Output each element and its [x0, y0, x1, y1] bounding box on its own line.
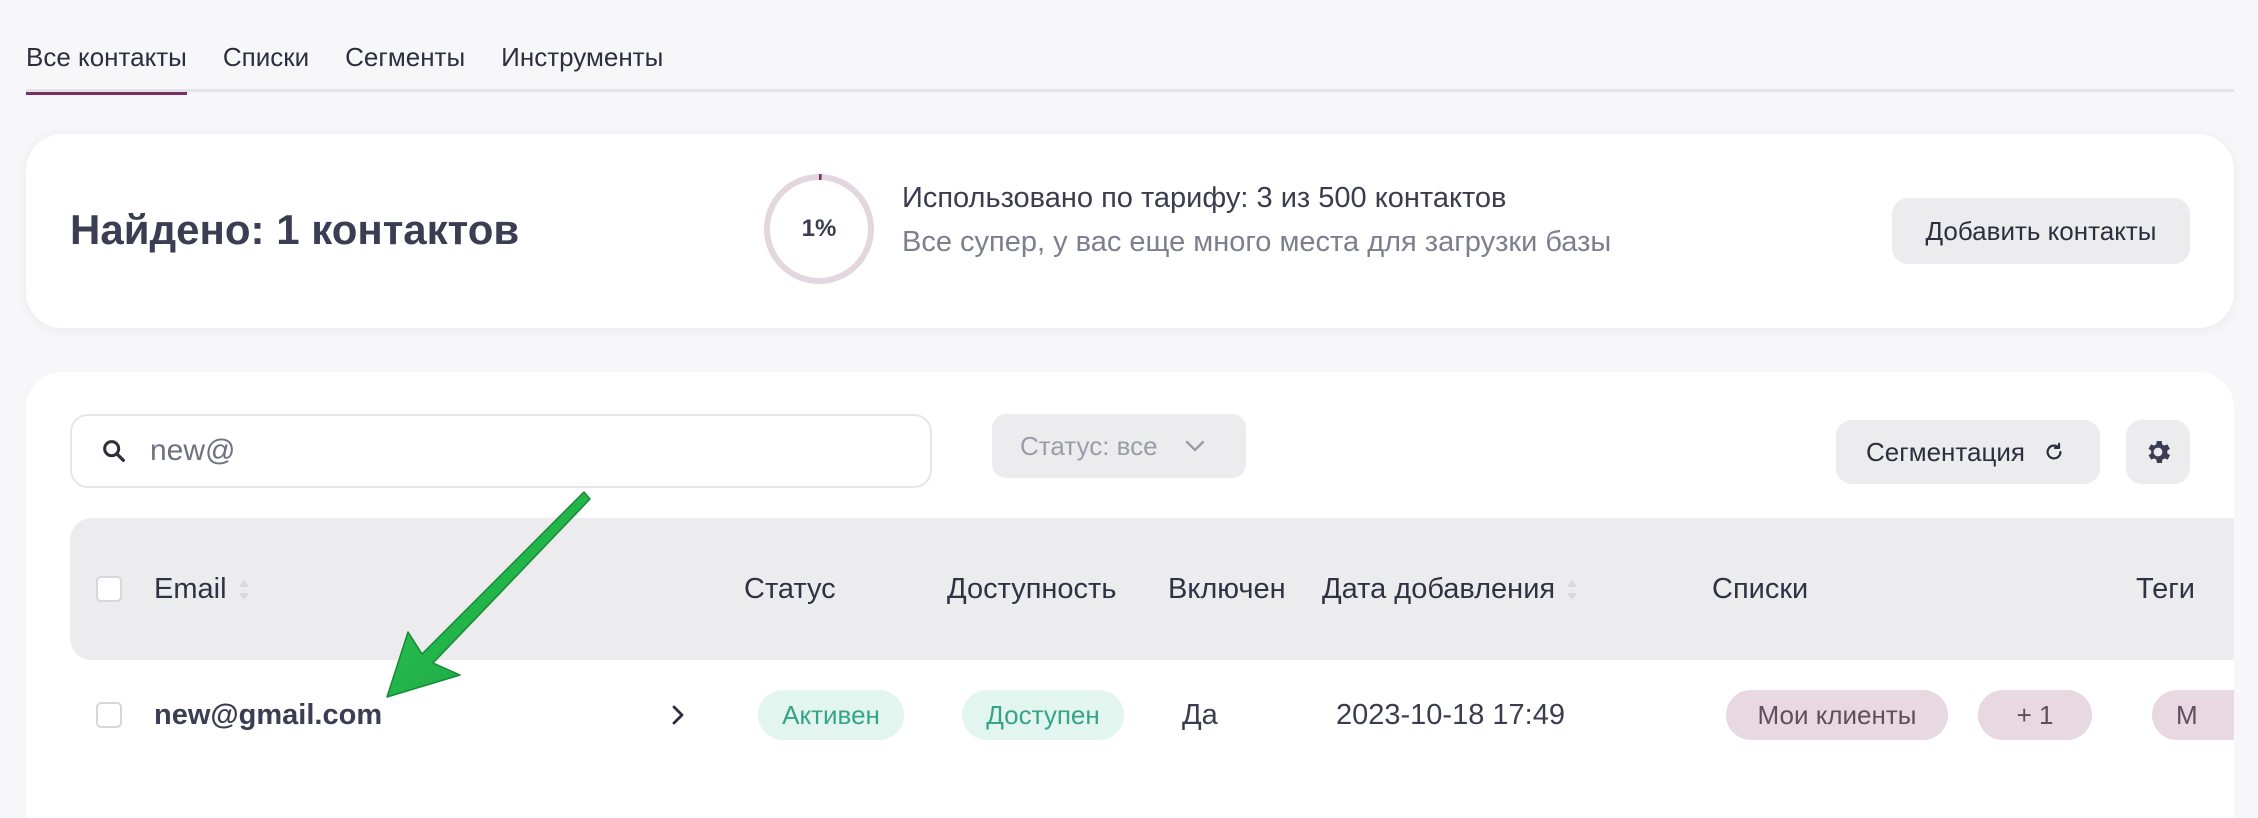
usage-title: Использовано по тарифу: 3 из 500 контакт…	[902, 182, 1507, 214]
column-date-added[interactable]: Дата добавления	[1322, 518, 1579, 660]
search-input[interactable]	[150, 434, 910, 468]
column-date-added-label: Дата добавления	[1322, 573, 1556, 605]
row-email[interactable]: new@gmail.com	[154, 660, 382, 770]
chevron-down-icon	[1185, 440, 1204, 452]
table-row[interactable]: new@gmail.com Активен Доступен Да 2023-1…	[70, 660, 2234, 770]
status-badge: Активен	[758, 690, 904, 740]
column-enabled: Включен	[1168, 573, 1286, 605]
table-header: Email Статус Доступность Включен Дата до…	[70, 518, 2234, 660]
gear-icon	[2148, 441, 2171, 463]
row-date-added: 2023-10-18 17:49	[1336, 699, 1565, 731]
status-filter-dropdown[interactable]: Статус: все	[992, 414, 1246, 478]
add-contacts-button[interactable]: Добавить контакты	[1892, 198, 2190, 264]
segmentation-label: Сегментация	[1866, 436, 2025, 467]
tag-badge[interactable]: М	[2152, 690, 2234, 740]
column-tags: Теги	[2136, 573, 2195, 605]
row-checkbox[interactable]	[96, 702, 122, 728]
summary-card: Найдено: 1 контактов 1% Использовано по …	[26, 134, 2234, 328]
search-box[interactable]	[70, 414, 932, 488]
list-badge[interactable]: Мои клиенты	[1726, 690, 1948, 740]
tab-bar: Все контакты Списки Сегменты Инструменты	[26, 30, 2234, 95]
column-email[interactable]: Email	[154, 518, 251, 660]
table-settings-button[interactable]	[2126, 420, 2190, 484]
row-enabled: Да	[1182, 699, 1218, 731]
chevron-right-icon[interactable]	[670, 702, 686, 728]
usage-subtitle: Все супер, у вас еще много места для заг…	[902, 226, 1612, 258]
tab-segments[interactable]: Сегменты	[345, 30, 465, 92]
column-lists: Списки	[1712, 573, 1809, 605]
tab-all-contacts[interactable]: Все контакты	[26, 30, 187, 95]
segmentation-button[interactable]: Сегментация	[1836, 420, 2100, 484]
more-lists-badge[interactable]: + 1	[1978, 690, 2092, 740]
sort-icon	[1567, 580, 1578, 601]
column-status: Статус	[744, 573, 836, 605]
tab-lists[interactable]: Списки	[223, 30, 309, 92]
contacts-panel: Статус: все Сегментация Email Статус Дос…	[26, 372, 2234, 818]
column-email-label: Email	[154, 573, 227, 605]
select-all-checkbox[interactable]	[96, 576, 122, 602]
tab-tools[interactable]: Инструменты	[501, 30, 663, 92]
status-filter-label: Статус: все	[1020, 430, 1158, 461]
refresh-icon	[2046, 442, 2062, 460]
column-availability: Доступность	[947, 573, 1117, 605]
found-count-title: Найдено: 1 контактов	[70, 206, 520, 253]
usage-percent: 1%	[801, 215, 837, 242]
availability-badge: Доступен	[962, 690, 1124, 740]
search-icon	[103, 440, 125, 462]
sort-icon	[238, 580, 249, 601]
